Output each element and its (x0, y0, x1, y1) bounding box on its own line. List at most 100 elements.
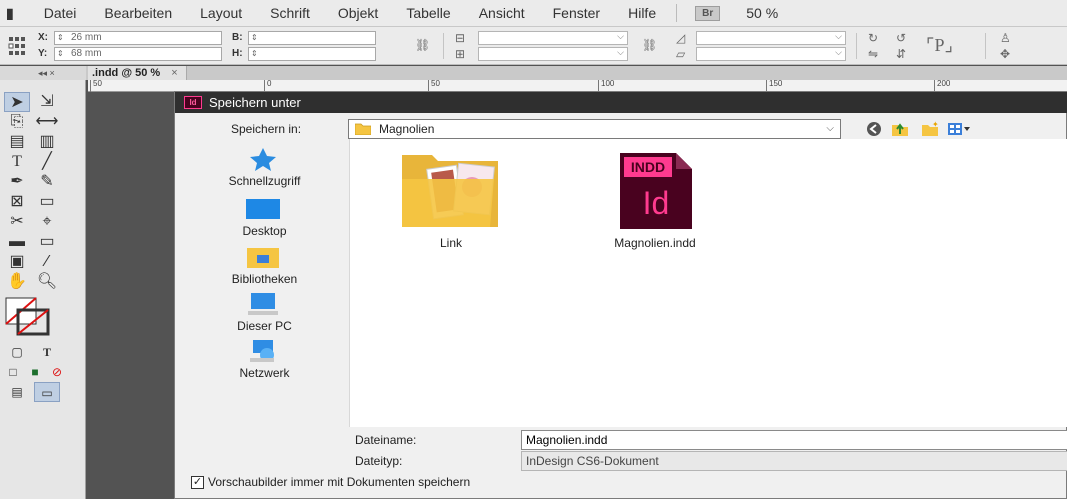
preview-mode-icon[interactable]: ▭ (34, 382, 60, 402)
menu-fenster[interactable]: Fenster (539, 5, 614, 21)
place-libraries[interactable]: Bibliotheken (183, 245, 346, 293)
height-spinner-icon[interactable]: ⇕ (251, 48, 258, 60)
rotate-dropdown[interactable]: ⌵ (696, 31, 846, 45)
document-tab-bar: ◂◂ × .indd @ 50 % × (0, 66, 1067, 80)
file-item-indd[interactable]: INDD Id Magnolien.indd (570, 153, 740, 253)
gradient-feather-tool-icon[interactable]: ▭ (34, 232, 60, 252)
page-tool-icon[interactable]: ⎘ (4, 112, 30, 132)
file-name: Link (439, 236, 462, 250)
eyedropper-tool-icon[interactable]: ⁄ (34, 252, 60, 272)
gap-tool-icon[interactable]: ⟷ (34, 112, 60, 132)
scissors-tool-icon[interactable]: ✂ (4, 212, 30, 232)
height-field[interactable]: ⇕ (248, 47, 376, 61)
menu-schrift[interactable]: Schrift (256, 5, 324, 21)
pen-tool-icon[interactable]: ✒ (4, 172, 30, 192)
dialog-title: Speichern unter (209, 95, 301, 110)
place-network[interactable]: Netzwerk (183, 339, 346, 387)
indesign-app-icon: Id (184, 96, 202, 109)
file-name: Magnolien.indd (614, 236, 696, 250)
scale-x-dropdown[interactable]: ⌵ (478, 31, 628, 45)
file-item-folder[interactable]: Link (396, 153, 506, 253)
filename-input[interactable] (521, 430, 1067, 450)
menu-tabelle[interactable]: Tabelle (392, 5, 464, 21)
new-folder-icon[interactable]: ✦ (921, 121, 939, 137)
close-icon[interactable]: × (171, 67, 177, 79)
rotate-cw-icon[interactable]: ↻ (868, 31, 878, 45)
menu-bar: ▮ Datei Bearbeiten Layout Schrift Objekt… (0, 0, 1067, 27)
place-desktop[interactable]: Desktop (183, 197, 346, 245)
content-placer-icon[interactable]: ▥ (34, 132, 60, 152)
scale-y-icon[interactable]: ⊞ (455, 47, 465, 61)
tools-panel-header[interactable]: ◂◂ × (0, 66, 86, 80)
y-spinner-icon[interactable]: ⇕ (57, 48, 64, 60)
fill-stroke-icon[interactable] (4, 296, 52, 336)
rotate-angle-icon[interactable]: ◿ (676, 31, 685, 45)
line-tool-icon[interactable]: ╱ (34, 152, 60, 172)
menu-ansicht[interactable]: Ansicht (465, 5, 539, 21)
hand-tool-icon[interactable]: ✋ (4, 272, 30, 292)
constrain-proportions-icon[interactable]: ⛓ (415, 38, 430, 52)
place-quick-access[interactable]: Schnellzugriff (183, 147, 346, 195)
free-transform-tool-icon[interactable]: ⌖ (34, 212, 60, 232)
flip-vertical-icon[interactable]: ⇵ (896, 47, 906, 61)
zoom-tool-icon[interactable]: 🔍︎ (34, 272, 60, 292)
up-folder-icon[interactable] (891, 121, 909, 137)
constrain-scale-icon[interactable]: ⛓ (642, 38, 657, 52)
select-container-icon[interactable]: ♙ (1000, 31, 1011, 45)
width-spinner-icon[interactable]: ⇕ (251, 32, 258, 44)
paragraph-icon[interactable]: ⌜P⌟ (926, 35, 953, 56)
libraries-icon (247, 248, 279, 268)
menu-hilfe[interactable]: Hilfe (614, 5, 670, 21)
dialog-title-bar[interactable]: Id Speichern unter (175, 92, 1067, 113)
svg-text:✦: ✦ (932, 121, 939, 129)
chevron-down-icon: ⌵ (617, 47, 624, 57)
menu-objekt[interactable]: Objekt (324, 5, 392, 21)
file-list[interactable]: Link INDD Id Magnolien.indd (349, 139, 1067, 427)
shear-angle-icon[interactable]: ▱ (676, 47, 685, 61)
scale-x-icon[interactable]: ⊟ (455, 31, 465, 45)
direct-selection-tool-icon[interactable]: ⇲ (34, 92, 60, 112)
y-label: Y: (38, 48, 48, 59)
shear-dropdown[interactable]: ⌵ (696, 47, 846, 61)
gradient-swatch-tool-icon[interactable]: ▬ (4, 232, 30, 252)
formatting-text-icon[interactable]: T (34, 342, 60, 362)
back-icon[interactable] (865, 121, 883, 137)
normal-view-icon[interactable]: ▤ (4, 382, 30, 402)
menu-bearbeiten[interactable]: Bearbeiten (90, 5, 186, 21)
zoom-level[interactable]: 50 % (732, 5, 792, 21)
place-this-pc[interactable]: Dieser PC (183, 292, 346, 340)
app-menu-icon[interactable]: ▮ (0, 5, 30, 22)
rectangle-frame-tool-icon[interactable]: ⊠ (4, 192, 30, 212)
bridge-button[interactable]: Br (695, 5, 721, 21)
document-tab[interactable]: .indd @ 50 % × (88, 66, 187, 80)
pencil-tool-icon[interactable]: ✎ (34, 172, 60, 192)
scale-y-dropdown[interactable]: ⌵ (478, 47, 628, 61)
rotate-ccw-icon[interactable]: ↺ (896, 31, 906, 45)
x-spinner-icon[interactable]: ⇕ (57, 32, 64, 44)
note-tool-icon[interactable]: ▣ (4, 252, 30, 272)
indd-badge: INDD (630, 159, 666, 175)
selection-tool-icon[interactable]: ➤ (4, 92, 30, 112)
flip-horizontal-icon[interactable]: ⇋ (868, 47, 878, 61)
preview-checkbox[interactable]: ✓ (191, 475, 204, 489)
menu-datei[interactable]: Datei (30, 5, 91, 21)
content-collector-icon[interactable]: ▤ (4, 132, 30, 152)
view-menu-icon[interactable] (947, 121, 971, 137)
type-tool-icon[interactable]: T (4, 152, 30, 172)
formatting-container-icon[interactable]: ▢ (4, 342, 30, 362)
preview-option[interactable]: ✓ Vorschaubilder immer mit Dokumenten sp… (191, 475, 470, 489)
reference-point-icon[interactable] (8, 33, 26, 59)
filetype-dropdown[interactable]: InDesign CS6-Dokument (521, 451, 1067, 471)
width-field[interactable]: ⇕ (248, 31, 376, 45)
width-label: B: (232, 32, 243, 43)
x-position-field[interactable]: ⇕ 26 mm (54, 31, 222, 45)
chevron-down-icon: ⌵ (835, 47, 842, 57)
y-position-field[interactable]: ⇕ 68 mm (54, 47, 222, 61)
apply-none-icon[interactable]: ⊘ (44, 362, 70, 382)
select-content-icon[interactable]: ✥ (1000, 47, 1010, 61)
menu-layout[interactable]: Layout (186, 5, 256, 21)
filename-label: Dateiname: (355, 433, 417, 447)
save-in-dropdown[interactable]: Magnolien ⌵ (348, 119, 841, 139)
chevron-down-icon: ⌵ (617, 31, 624, 41)
rectangle-tool-icon[interactable]: ▭ (34, 192, 60, 212)
